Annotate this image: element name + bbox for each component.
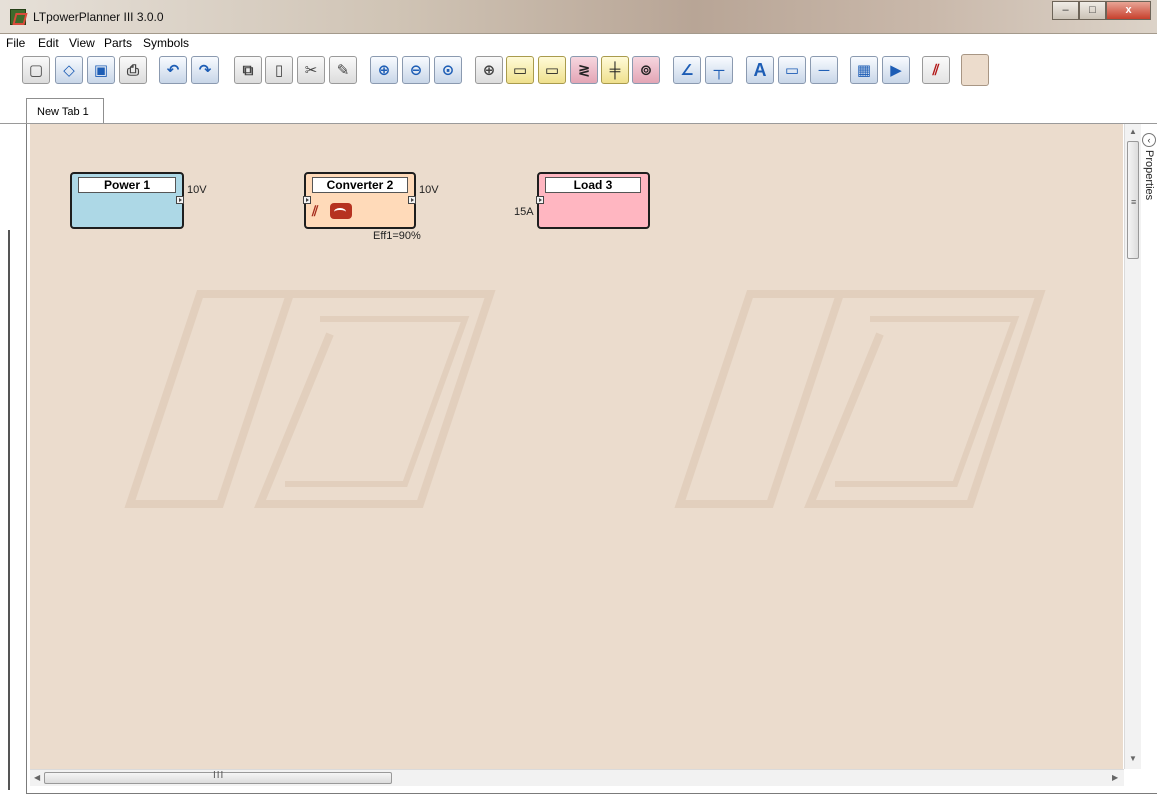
close-button[interactable]: x bbox=[1106, 1, 1151, 20]
window-edge bbox=[8, 230, 10, 790]
converter-input-port[interactable] bbox=[303, 196, 311, 204]
lt-logo-icon: ⫽ bbox=[312, 203, 319, 219]
window-title: LTpowerPlanner III 3.0.0 bbox=[33, 10, 164, 24]
cut-icon[interactable]: ✂ bbox=[297, 56, 325, 84]
lt-watermark-icon bbox=[124, 290, 496, 508]
converter-block-title: Converter 2 bbox=[312, 177, 408, 193]
vertical-scroll-thumb[interactable]: ≡ bbox=[1127, 141, 1139, 259]
scroll-up-icon[interactable]: ▲ bbox=[1129, 127, 1137, 136]
scroll-grip: ≡ bbox=[1131, 197, 1137, 207]
power-output-port[interactable] bbox=[176, 196, 184, 204]
load-input-port[interactable] bbox=[536, 196, 544, 204]
scroll-right-icon[interactable]: ▶ bbox=[1112, 773, 1118, 782]
schematic-canvas[interactable]: Power 1 10V Converter 2 ⫽ 10V Eff1=90% L… bbox=[30, 124, 1123, 769]
menu-view[interactable]: View bbox=[69, 36, 95, 50]
properties-label: Properties bbox=[1143, 150, 1155, 201]
load-input-label: 15A bbox=[514, 206, 534, 218]
delete-icon[interactable]: ✎ bbox=[329, 56, 357, 84]
load-block-title: Load 3 bbox=[545, 177, 641, 193]
print-icon[interactable]: ⎙ bbox=[119, 56, 147, 84]
vertical-scrollbar[interactable]: ▲ ≡ ▼ bbox=[1124, 124, 1141, 769]
toolbar: ▢ ◇ ▣ ⎙ ↶ ↷ ⧉ ▯ ✂ ✎ ⊕ ⊖ ⊙ ⊕ ▭ ▭ ≷ ╪ ⊚ ∠ … bbox=[0, 52, 1157, 94]
title-bar: LTpowerPlanner III 3.0.0 – □ x bbox=[0, 0, 1157, 34]
scroll-left-icon[interactable]: ◀ bbox=[34, 773, 40, 782]
converter-block[interactable]: Converter 2 ⫽ bbox=[303, 172, 416, 229]
ltspice-icon[interactable] bbox=[330, 203, 352, 219]
line-icon[interactable]: ─ bbox=[810, 56, 838, 84]
redo-icon[interactable]: ↷ bbox=[191, 56, 219, 84]
zoom-fit-icon[interactable]: ⊙ bbox=[434, 56, 462, 84]
properties-panel-tab[interactable]: ‹ Properties bbox=[1141, 124, 1157, 324]
tab-strip: New Tab 1 bbox=[0, 94, 1157, 124]
app-logo-icon bbox=[10, 9, 26, 25]
horizontal-scrollbar[interactable]: ◀ III ▶ bbox=[30, 769, 1124, 786]
menu-parts[interactable]: Parts bbox=[104, 36, 132, 50]
run-icon[interactable]: ▶ bbox=[882, 56, 910, 84]
rectangle-icon[interactable]: ▭ bbox=[778, 56, 806, 84]
paste-icon[interactable]: ▯ bbox=[265, 56, 293, 84]
menu-symbols[interactable]: Symbols bbox=[143, 36, 189, 50]
color-swatch[interactable] bbox=[961, 54, 989, 86]
capacitor-icon[interactable]: ╪ bbox=[601, 56, 629, 84]
scroll-grip: III bbox=[213, 770, 225, 781]
converter-output-label: 10V bbox=[419, 184, 439, 196]
load-block[interactable]: Load 3 bbox=[536, 172, 650, 229]
undo-icon[interactable]: ↶ bbox=[159, 56, 187, 84]
text-icon[interactable]: A bbox=[746, 56, 774, 84]
menu-bar: File Edit View Parts Symbols bbox=[0, 34, 1157, 52]
power-block[interactable]: Power 1 bbox=[70, 172, 184, 229]
zoom-in-icon[interactable]: ⊕ bbox=[370, 56, 398, 84]
ldo-icon[interactable]: ▭ bbox=[538, 56, 566, 84]
calculator-icon[interactable]: ▦ bbox=[850, 56, 878, 84]
lt-logo-icon[interactable]: ⫽ bbox=[922, 56, 950, 84]
new-icon[interactable]: ▢ bbox=[22, 56, 50, 84]
copy-icon[interactable]: ⧉ bbox=[234, 56, 262, 84]
open-icon[interactable]: ◇ bbox=[55, 56, 83, 84]
resistor-icon[interactable]: ≷ bbox=[570, 56, 598, 84]
zoom-out-icon[interactable]: ⊖ bbox=[402, 56, 430, 84]
converter-icon[interactable]: ▭ bbox=[506, 56, 534, 84]
save-icon[interactable]: ▣ bbox=[87, 56, 115, 84]
scroll-down-icon[interactable]: ▼ bbox=[1129, 754, 1137, 763]
power-source-icon[interactable]: ⊕ bbox=[475, 56, 503, 84]
window-controls: – □ x bbox=[1052, 1, 1151, 20]
load-icon[interactable]: ⊚ bbox=[632, 56, 660, 84]
collapse-icon[interactable]: ‹ bbox=[1142, 133, 1156, 147]
wire-icon[interactable]: ∠ bbox=[673, 56, 701, 84]
menu-file[interactable]: File bbox=[6, 36, 25, 50]
horizontal-scroll-thumb[interactable]: III bbox=[44, 770, 392, 784]
power-block-title: Power 1 bbox=[78, 177, 176, 193]
tab-new-tab-1[interactable]: New Tab 1 bbox=[26, 98, 104, 124]
converter-efficiency-label: Eff1=90% bbox=[373, 230, 421, 242]
converter-output-port[interactable] bbox=[408, 196, 416, 204]
maximize-button[interactable]: □ bbox=[1079, 1, 1106, 20]
lt-watermark-icon bbox=[674, 290, 1046, 508]
left-margin bbox=[0, 124, 26, 796]
menu-edit[interactable]: Edit bbox=[38, 36, 59, 50]
junction-icon[interactable]: ┬ bbox=[705, 56, 733, 84]
power-output-label: 10V bbox=[187, 184, 207, 196]
minimize-button[interactable]: – bbox=[1052, 1, 1079, 20]
